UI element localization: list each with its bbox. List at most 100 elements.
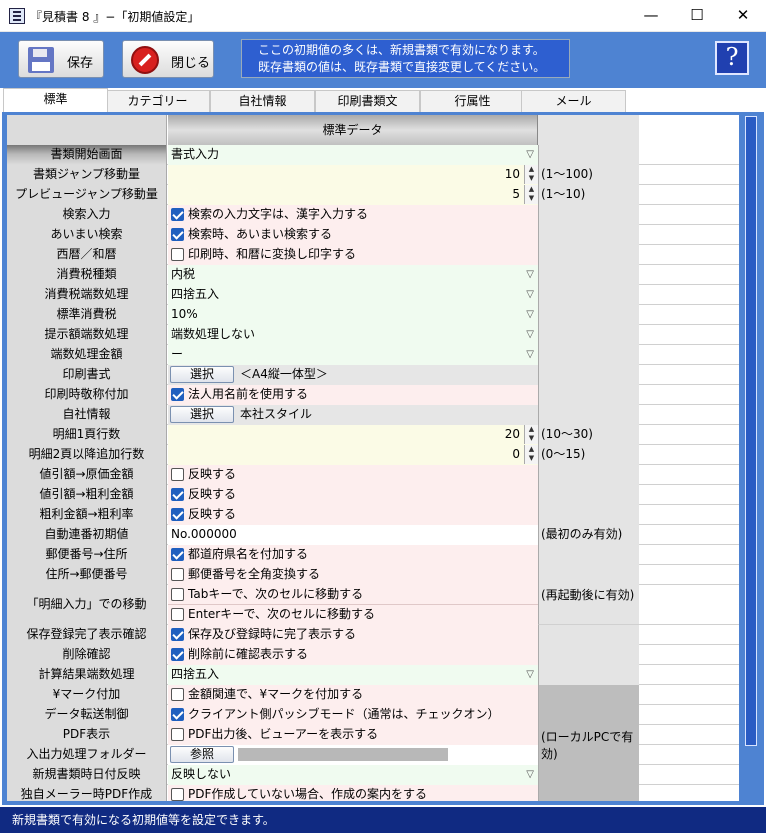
discount-cost-checkbox[interactable]: 反映する xyxy=(168,465,538,485)
checkbox-checked-icon xyxy=(171,548,184,561)
row-label: あいまい検索 xyxy=(7,225,167,245)
row-label: 印刷書式 xyxy=(7,365,167,385)
help-icon[interactable]: ? xyxy=(715,41,749,75)
rounding-amount-select[interactable]: ー ▽ xyxy=(168,345,538,365)
tab-bar: 標準 カテゴリー 自社情報 印刷書類文 行属性 メール xyxy=(0,88,766,112)
checkbox-unchecked-icon xyxy=(171,608,184,621)
scrollbar-thumb[interactable] xyxy=(745,116,757,746)
tab-print-document-text[interactable]: 印刷書類文 xyxy=(315,90,420,112)
row-tax-rounding: 消費税端数処理 四捨五入 ▽ xyxy=(7,285,739,305)
delete-confirm-checkbox[interactable]: 削除前に確認表示する xyxy=(168,645,538,665)
browse-folder-button[interactable]: 参照 xyxy=(170,746,234,763)
quote-rounding-select[interactable]: 端数処理しない ▽ xyxy=(168,325,538,345)
local-pc-note: (ローカルPCで有効) xyxy=(538,685,639,801)
spinner-icon[interactable]: ▲ ▼ xyxy=(524,425,538,444)
row-label: プレビュージャンプ移動量 xyxy=(7,185,167,205)
row-document-start-screen: 書類開始画面 書式入力 ▽ xyxy=(7,145,739,165)
spinner-icon[interactable]: ▲ ▼ xyxy=(524,445,538,464)
row-calc-rounding: 計算結果端数処理 四捨五入 ▽ xyxy=(7,665,739,685)
fuzzy-search-checkbox[interactable]: 検索時、あいまい検索する xyxy=(168,225,538,245)
company-info-select-button[interactable]: 選択 xyxy=(170,406,234,423)
row-label: 削除確認 xyxy=(7,645,167,665)
tab-row-attributes[interactable]: 行属性 xyxy=(420,90,525,112)
close-window-button[interactable]: ✕ xyxy=(720,0,766,31)
row-label: 郵便番号→住所 xyxy=(7,545,167,565)
tab-company-info[interactable]: 自社情報 xyxy=(210,90,315,112)
close-form-button[interactable]: 閉じる xyxy=(122,40,214,78)
row-profit-rate: 粗利金額→粗利率 反映する xyxy=(7,505,739,525)
chevron-down-icon: ▽ xyxy=(526,289,534,300)
row-label: PDF表示 xyxy=(7,725,167,745)
honorific-checkbox[interactable]: 法人用名前を使用する xyxy=(168,385,538,405)
document-jump-stepper[interactable]: 10 ▲ ▼ xyxy=(168,165,538,185)
chevron-down-icon: ▽ xyxy=(526,329,534,340)
row-note: (0〜15) xyxy=(538,445,639,465)
save-confirm-checkbox[interactable]: 保存及び登録時に完了表示する xyxy=(168,625,538,645)
standard-tax-select[interactable]: 10% ▽ xyxy=(168,305,538,325)
checkbox-checked-icon xyxy=(171,208,184,221)
yen-mark-checkbox[interactable]: 金額関連で、¥マークを付加する xyxy=(168,685,538,705)
pdf-viewer-checkbox[interactable]: PDF出力後、ビューアーを表示する xyxy=(168,725,538,745)
row-note: (10〜30) xyxy=(538,425,639,445)
extra-lines-stepper[interactable]: 0 ▲ ▼ xyxy=(168,445,538,465)
row-label: 検索入力 xyxy=(7,205,167,225)
row-print-format: 印刷書式 選択 ＜A4縦一体型＞ xyxy=(7,365,739,385)
checkbox-unchecked-icon xyxy=(171,468,184,481)
row-standard-tax: 標準消費税 10% ▽ xyxy=(7,305,739,325)
tab-category[interactable]: カテゴリー xyxy=(105,90,210,112)
tab-mail[interactable]: メール xyxy=(521,90,626,112)
tab-move-checkbox[interactable]: Tabキーで、次のセルに移動する xyxy=(168,585,538,605)
save-button[interactable]: 保存 xyxy=(18,40,104,78)
mailer-pdf-checkbox[interactable]: PDF作成していない場合、作成の案内をする xyxy=(168,785,538,801)
discount-profit-checkbox[interactable]: 反映する xyxy=(168,485,538,505)
row-honorific: 印刷時敬称付加 法人用名前を使用する xyxy=(7,385,739,405)
row-extra-lines: 明細2頁以降追加行数 0 ▲ ▼ (0〜15) xyxy=(7,445,739,465)
checkbox-unchecked-icon xyxy=(171,728,184,741)
spinner-icon[interactable]: ▲ ▼ xyxy=(524,185,538,204)
minimize-button[interactable]: — xyxy=(628,0,674,31)
row-label: 住所→郵便番号 xyxy=(7,565,167,585)
row-lines-per-page: 明細1頁行数 20 ▲ ▼ (10〜30) xyxy=(7,425,739,445)
start-screen-select[interactable]: 書式入力 ▽ xyxy=(168,145,538,165)
row-delete-confirm: 削除確認 削除前に確認表示する xyxy=(7,645,739,665)
toolbar: 保存 閉じる ここの初期値の多くは、新規書類で有効になります。 既存書類の値は、… xyxy=(0,32,766,88)
zip-address-checkbox[interactable]: 都道府県名を付加する xyxy=(168,545,538,565)
info-line-2: 既存書類の値は、既存書類で直接変更してください。 xyxy=(258,60,546,74)
tax-rounding-select[interactable]: 四捨五入 ▽ xyxy=(168,285,538,305)
checkbox-checked-icon xyxy=(171,228,184,241)
japanese-era-checkbox[interactable]: 印刷時、和暦に変換し印字する xyxy=(168,245,538,265)
row-label: 独自メーラー時PDF作成 xyxy=(7,785,167,801)
passive-mode-checkbox[interactable]: クライアント側パッシブモード（通常は、チェックオン） xyxy=(168,705,538,725)
tab-standard[interactable]: 標準 xyxy=(3,88,108,112)
row-label: データ転送制御 xyxy=(7,705,167,725)
checkbox-checked-icon xyxy=(171,708,184,721)
row-label: 端数処理金額 xyxy=(7,345,167,365)
zip-fullwidth-checkbox[interactable]: 郵便番号を全角変換する xyxy=(168,565,538,585)
row-label: 保存登録完了表示確認 xyxy=(7,625,167,645)
folder-path-field[interactable] xyxy=(238,748,448,761)
row-label: 標準消費税 xyxy=(7,305,167,325)
enter-move-checkbox[interactable]: Enterキーで、次のセルに移動する xyxy=(168,605,538,625)
info-line-1: ここの初期値の多くは、新規書類で有効になります。 xyxy=(258,43,545,57)
chevron-down-icon: ▽ xyxy=(526,269,534,280)
row-label: 値引額→粗利金額 xyxy=(7,485,167,505)
tax-type-select[interactable]: 内税 ▽ xyxy=(168,265,538,285)
lines-per-page-stepper[interactable]: 20 ▲ ▼ xyxy=(168,425,538,445)
maximize-button[interactable]: ☐ xyxy=(674,0,720,31)
row-company-info: 自社情報 選択 本社スタイル xyxy=(7,405,739,425)
profit-rate-checkbox[interactable]: 反映する xyxy=(168,505,538,525)
chevron-down-icon: ▽ xyxy=(526,669,534,680)
checkbox-checked-icon xyxy=(171,628,184,641)
checkbox-checked-icon xyxy=(171,508,184,521)
calc-rounding-select[interactable]: 四捨五入 ▽ xyxy=(168,665,538,685)
spinner-icon[interactable]: ▲ ▼ xyxy=(524,165,538,184)
preview-jump-stepper[interactable]: 5 ▲ ▼ xyxy=(168,185,538,205)
row-label: 粗利金額→粗利率 xyxy=(7,505,167,525)
print-format-select-button[interactable]: 選択 xyxy=(170,366,234,383)
chevron-down-icon: ▽ xyxy=(526,149,534,160)
auto-number-input[interactable]: No.000000 xyxy=(168,525,538,545)
row-label: 入出力処理フォルダー xyxy=(7,745,167,765)
checkbox-unchecked-icon xyxy=(171,688,184,701)
search-kanji-checkbox[interactable]: 検索の入力文字は、漢字入力する xyxy=(168,205,538,225)
date-reflect-select[interactable]: 反映しない ▽ xyxy=(168,765,538,785)
